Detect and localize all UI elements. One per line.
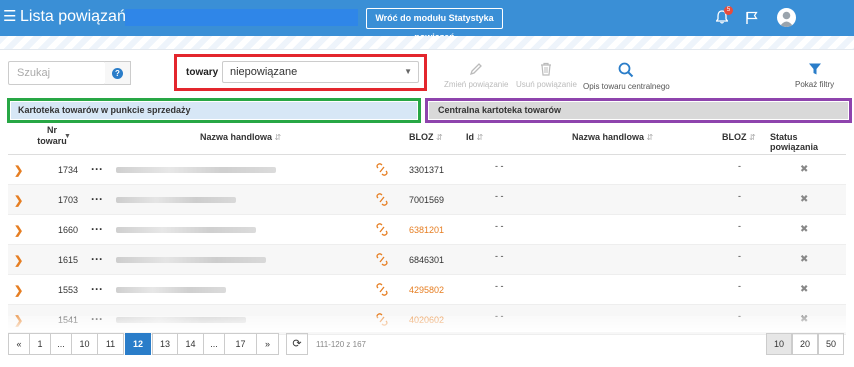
sort-icon: ⇵ [274,133,282,142]
more-options-icon[interactable]: ··· [91,222,103,236]
page-ellipsis: ... [50,333,72,355]
redacted-product-name [116,167,276,173]
user-icon [779,11,794,27]
top-bar: ☰ Lista powiązań dla: Wróć do modułu Sta… [0,0,854,42]
menu-icon[interactable]: ☰ [3,9,16,24]
filter-select[interactable]: niepowiązane ▼ [222,61,419,83]
column-central-bloz[interactable]: BLOZ ⇵ [722,132,756,142]
record-range: 111-120 z 167 [316,340,366,349]
status-x-icon: ✖ [800,164,809,175]
more-options-icon[interactable]: ··· [91,162,103,176]
search-icon [618,62,634,78]
page-size-button[interactable]: 50 [818,333,844,355]
redacted-product-name [116,227,256,233]
expand-icon[interactable]: ❯ [14,194,23,207]
decorative-stripe [0,36,854,50]
unlinked-chain-icon[interactable] [376,163,388,176]
filter-select-value: niepowiązane [230,66,298,78]
central-catalog-header: Centralna kartoteka towarów [429,102,848,119]
status-x-icon: ✖ [800,194,809,205]
expand-icon[interactable]: ❯ [14,254,23,267]
status-x-icon: ✖ [800,224,809,235]
page-button[interactable]: 10 [71,333,98,355]
page-button[interactable]: 11 [97,333,124,355]
chevron-down-icon: ▼ [404,67,412,76]
more-options-icon[interactable]: ··· [91,282,103,296]
sort-icon: ⇵ [476,133,484,142]
redacted-product-name [116,257,266,263]
column-status[interactable]: Status powiązania [770,132,846,152]
sort-icon: ⇵ [646,133,654,142]
table-row[interactable]: ❯ 1615 ··· 6846301 - - - ✖ [8,245,846,275]
table-row[interactable]: ❯ 1660 ··· 6381201 - - - ✖ [8,215,846,245]
table-row[interactable]: ❯ 1553 ··· 4295802 - - - ✖ [8,275,846,305]
table-row[interactable]: ❯ 1734 ··· 3301371 - - - ✖ [8,155,846,185]
sort-icon: ⇵ [749,133,756,142]
page-button[interactable]: 17 [224,333,257,355]
change-link-button[interactable]: Zmień powiązanie [444,62,508,89]
question-icon: ? [112,68,123,79]
redacted-pharmacy-name [125,9,358,26]
page-size-button[interactable]: 20 [792,333,818,355]
more-options-icon[interactable]: ··· [91,252,103,266]
trash-icon [541,62,552,76]
unlinked-chain-icon[interactable] [376,223,388,236]
remove-link-button[interactable]: Usuń powiązanie [516,62,577,89]
expand-icon[interactable]: ❯ [14,164,23,177]
filter-icon [808,63,821,75]
page-button[interactable]: 1 [29,333,51,355]
pos-catalog-header: Kartoteka towarów w punkcie sprzedaży [11,102,417,119]
search-help-button[interactable]: ? [105,61,131,85]
refresh-icon[interactable]: ⟳ [286,333,308,355]
status-x-icon: ✖ [800,284,809,295]
search-input[interactable]: Szukaj [8,61,106,85]
avatar[interactable] [777,8,796,27]
filter-label: towary [186,67,219,78]
redacted-product-name [116,197,236,203]
page-prev-button[interactable]: « [8,333,30,355]
unlinked-chain-icon[interactable] [376,283,388,296]
page-size-button-active[interactable]: 10 [766,333,792,355]
page-ellipsis: ... [203,333,225,355]
sort-desc-icon[interactable]: ▼ [64,133,71,140]
column-central-name[interactable]: Nazwa handlowa ⇵ [572,132,653,142]
more-options-icon[interactable]: ··· [91,192,103,206]
show-filters-button[interactable]: Pokaż filtry [795,62,834,89]
flag-icon[interactable] [746,11,758,24]
sort-icon: ⇵ [436,133,443,142]
status-x-icon: ✖ [800,254,809,265]
table-header: Nr towaru ▼ Nazwa handlowa ⇵ BLOZ ⇵ Id ⇵… [8,124,846,155]
pencil-icon [470,63,483,76]
expand-icon[interactable]: ❯ [14,284,23,297]
page-button[interactable]: 13 [152,333,178,355]
unlinked-chain-icon[interactable] [376,253,388,266]
central-description-button[interactable]: Opis towaru centralnego [583,62,670,91]
expand-icon[interactable]: ❯ [14,224,23,237]
page-next-button[interactable]: » [256,333,279,355]
column-bloz[interactable]: BLOZ ⇵ [409,132,443,142]
scroll-fade [0,316,854,332]
column-id[interactable]: Id ⇵ [466,132,483,142]
page-button-active[interactable]: 12 [125,333,151,355]
unlinked-chain-icon[interactable] [376,193,388,206]
page-button[interactable]: 14 [177,333,204,355]
table-row[interactable]: ❯ 1703 ··· 7001569 - - - ✖ [8,185,846,215]
column-name[interactable]: Nazwa handlowa ⇵ [200,132,281,142]
redacted-product-name [116,287,226,293]
back-to-statistics-button[interactable]: Wróć do modułu Statystyka powiązań [366,8,503,42]
notification-badge: 5 [724,6,733,15]
